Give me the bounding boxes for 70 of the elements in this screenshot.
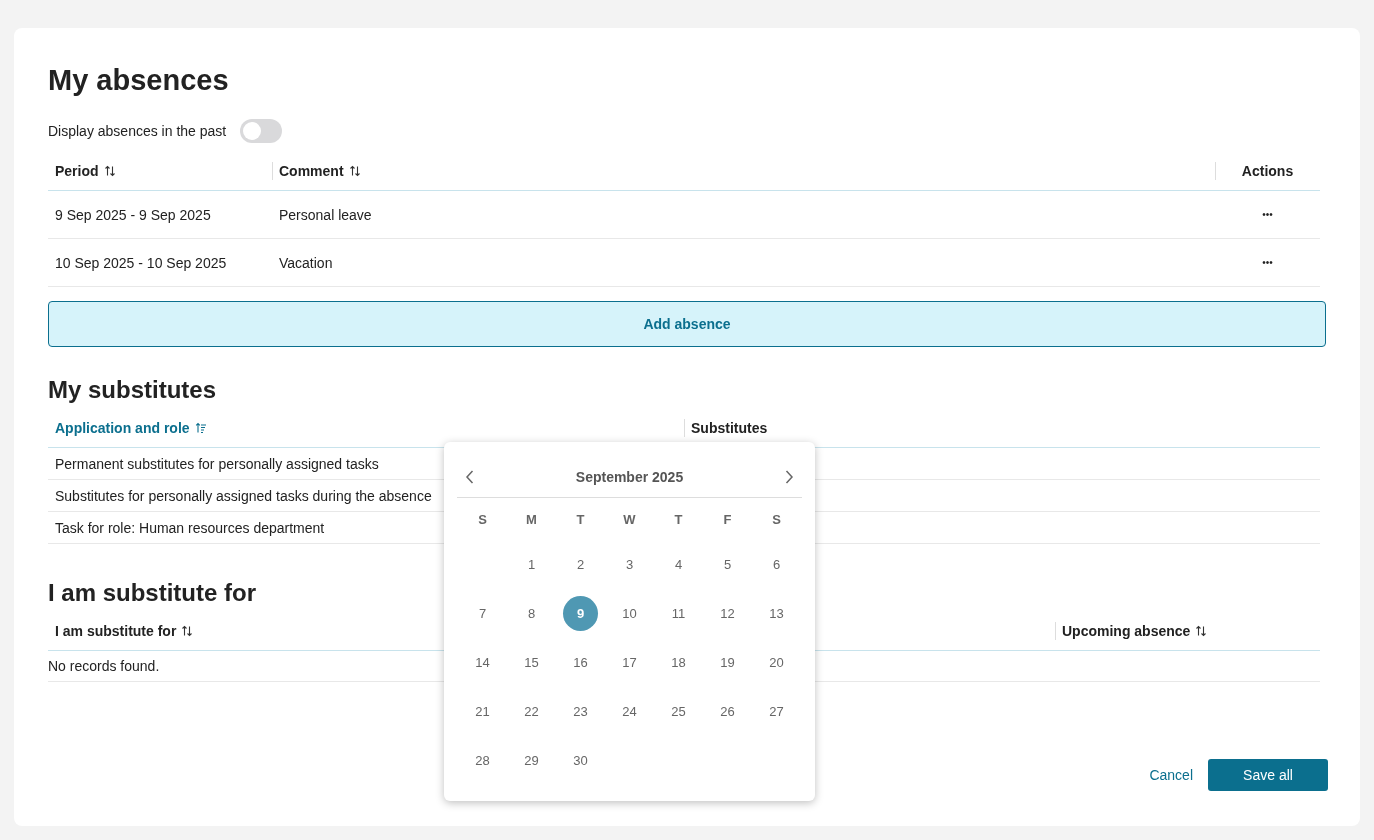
column-header[interactable]: Comment xyxy=(279,163,344,179)
column-header[interactable]: Period xyxy=(55,163,99,179)
calendar-day[interactable]: 27 xyxy=(759,694,794,729)
calendar-day[interactable]: 25 xyxy=(661,694,696,729)
calendar-day[interactable]: 3 xyxy=(612,547,647,582)
column-header[interactable]: Actions xyxy=(1241,163,1294,179)
save-button[interactable]: Save all xyxy=(1208,759,1328,791)
table-cell: Personal leave xyxy=(279,206,372,223)
sort-icon[interactable] xyxy=(103,165,116,177)
weekday-label: S xyxy=(772,511,781,527)
calendar-day[interactable]: 24 xyxy=(612,694,647,729)
calendar-day[interactable]: 6 xyxy=(759,547,794,582)
calendar-day[interactable]: 19 xyxy=(710,645,745,680)
column-header[interactable]: Application and role xyxy=(55,420,190,436)
calendar-day[interactable]: 22 xyxy=(514,694,549,729)
calendar-day[interactable]: 9 xyxy=(563,596,598,631)
calendar-day[interactable]: 23 xyxy=(563,694,598,729)
toggle-label: Display absences in the past xyxy=(48,123,227,139)
month-title: September 2025 xyxy=(575,468,684,485)
sort-icon[interactable] xyxy=(1195,625,1208,637)
column-header[interactable]: Substitutes xyxy=(691,420,768,436)
page-title: My absences xyxy=(48,63,230,98)
toggle-switch[interactable] xyxy=(240,119,283,143)
sort-ascending-icon[interactable] xyxy=(194,422,207,434)
weekday-label: F xyxy=(723,511,732,527)
calendar-day[interactable]: 1 xyxy=(514,547,549,582)
calendar-day[interactable]: 8 xyxy=(514,596,549,631)
add-absence-button[interactable]: Add absence xyxy=(48,301,1326,347)
calendar-day[interactable]: 16 xyxy=(563,645,598,680)
column-header[interactable]: Upcoming absence xyxy=(1062,623,1191,639)
next-month-icon[interactable] xyxy=(784,468,794,485)
more-button[interactable]: ••• xyxy=(1256,253,1279,272)
calendar-day[interactable]: 20 xyxy=(759,645,794,680)
table-cell: Vacation xyxy=(279,254,333,271)
calendar-day[interactable]: 18 xyxy=(661,645,696,680)
calendar-day[interactable]: 30 xyxy=(563,743,598,778)
calendar-day[interactable]: 17 xyxy=(612,645,647,680)
weekday-label: T xyxy=(674,511,683,527)
calendar-day[interactable]: 14 xyxy=(465,645,500,680)
table-cell: Task for role: Human resources department xyxy=(55,519,325,536)
section-title: I am substitute for xyxy=(48,578,258,608)
weekday-label: S xyxy=(478,511,487,527)
weekday-label: T xyxy=(576,511,585,527)
column-header[interactable]: I am substitute for xyxy=(55,623,177,639)
empty-message: No records found. xyxy=(48,658,160,674)
sort-icon[interactable] xyxy=(181,625,194,637)
table-cell: Substitutes for personally assigned tasks during the absence xyxy=(55,487,432,504)
more-button[interactable]: ••• xyxy=(1256,205,1279,224)
calendar-day[interactable]: 15 xyxy=(514,645,549,680)
calendar-day[interactable]: 11 xyxy=(661,596,696,631)
calendar-day[interactable]: 10 xyxy=(612,596,647,631)
table-cell: 9 Sep 2025 - 9 Sep 2025 xyxy=(55,206,211,223)
calendar-day[interactable]: 13 xyxy=(759,596,794,631)
calendar-day[interactable]: 29 xyxy=(514,743,549,778)
calendar-day[interactable]: 28 xyxy=(465,743,500,778)
weekday-label: M xyxy=(526,511,537,527)
calendar-day[interactable]: 26 xyxy=(710,694,745,729)
calendar-day[interactable]: 21 xyxy=(465,694,500,729)
calendar-day[interactable]: 7 xyxy=(465,596,500,631)
table-cell: Permanent substitutes for personally assigned tasks xyxy=(55,455,379,472)
table-cell: 10 Sep 2025 - 10 Sep 2025 xyxy=(55,254,227,271)
calendar-day[interactable]: 5 xyxy=(710,547,745,582)
previous-month-icon[interactable] xyxy=(465,468,475,485)
section-title: My substitutes xyxy=(48,375,218,405)
calendar-day[interactable]: 2 xyxy=(563,547,598,582)
calendar-day[interactable]: 12 xyxy=(710,596,745,631)
weekday-label: W xyxy=(623,511,636,527)
cancel-button[interactable]: Cancel xyxy=(1149,763,1193,787)
calendar-day[interactable]: 4 xyxy=(661,547,696,582)
sort-icon[interactable] xyxy=(348,165,361,177)
